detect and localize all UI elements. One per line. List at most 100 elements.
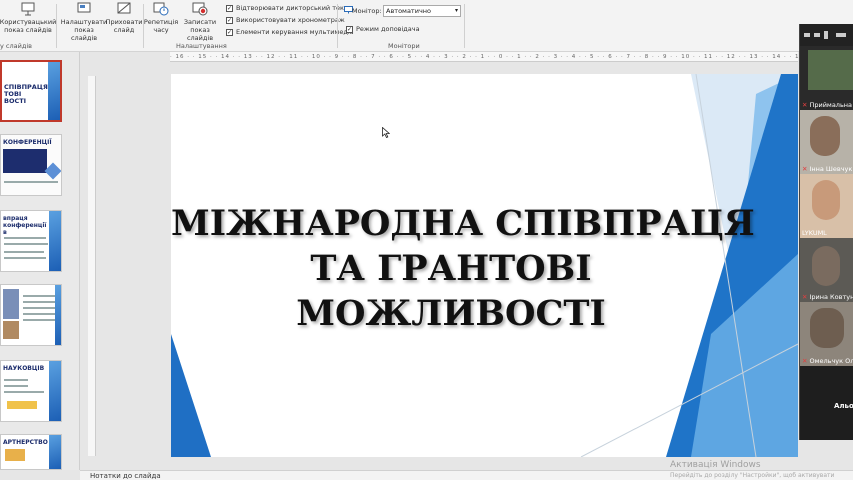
slide-title-line: МІЖНАРОДНА СПІВПРАЦЯ — [171, 203, 755, 244]
custom-show-icon — [21, 2, 35, 16]
slide-title-line: МОЖЛИВОСТІ — [296, 293, 606, 334]
muted-mic-icon: ✕ — [802, 293, 808, 301]
thumbnail-image — [3, 149, 47, 173]
rehearse-timings-label: Репетиція часу — [143, 18, 179, 34]
participant-tile[interactable]: ✕ Ірина Ковтун — [800, 238, 853, 302]
thumbnail-decoration — [48, 62, 60, 120]
muted-mic-icon: ✕ — [802, 101, 808, 109]
timings-label: Використовувати хронометраж — [236, 16, 345, 24]
thumbnail-text-line — [4, 237, 46, 239]
thumbnail-text-line — [4, 379, 28, 381]
participant-tile[interactable]: LYKUML — [800, 174, 853, 238]
windows-activation-title: Активація Windows — [670, 460, 761, 470]
notes-label: Нотатки до слайда — [90, 472, 161, 480]
monitor-value: Автоматично — [386, 7, 432, 15]
arrow-icon — [44, 162, 61, 180]
thumbnail-image — [3, 289, 19, 319]
timings-checkbox[interactable]: ✓ Використовувати хронометраж — [226, 16, 345, 24]
participant-tile[interactable]: ✕ Омельчук Ол — [800, 302, 853, 366]
thumbnail-title: АРТНЕРСТВО — [3, 439, 48, 446]
thumbnail-title: КОНФЕРЕНЦІЇ — [3, 139, 52, 146]
slide-thumbnail[interactable]: КОНФЕРЕНЦІЇ — [0, 134, 62, 196]
ribbon-separator — [464, 4, 465, 48]
participant-tile[interactable]: ✕ Інна Шевчук — [800, 110, 853, 174]
custom-show-label: Користувацький показ слайдів — [0, 18, 57, 34]
thumbnail-text-line — [23, 319, 57, 321]
thumbnail-title: впраця конференції в — [3, 215, 47, 236]
participant-name: ✕ Приймальна — [802, 101, 853, 109]
thumbnail-text-line — [23, 301, 57, 303]
hide-slide-button[interactable]: Приховати слайд — [105, 2, 143, 34]
thumbnail-image — [3, 321, 19, 339]
thumbnail-text-line — [23, 307, 57, 309]
windows-activation-text: Перейдіть до розділу "Настройки", щоб ак… — [670, 472, 835, 479]
thumbnail-decoration — [49, 211, 61, 271]
thumbnail-decoration — [55, 285, 61, 345]
view-controls-icon[interactable] — [804, 31, 848, 39]
slide-title-line: ТА ГРАНТОВІ — [310, 248, 592, 289]
record-show-label: Записати показ слайдів — [183, 18, 217, 42]
participant-video — [810, 308, 844, 348]
participant-video — [812, 246, 840, 286]
presenter-view-label: Режим доповідача — [356, 25, 420, 33]
thumbnail-text-line — [4, 181, 58, 183]
thumbnail-text-line — [4, 391, 44, 393]
participant-tile[interactable]: ✕ Приймальна — [800, 46, 853, 110]
thumbnail-image — [7, 401, 37, 409]
left-triangle-shape — [171, 334, 211, 457]
setup-show-icon — [77, 2, 91, 13]
ribbon: Користувацький показ слайдів у слайдів Н… — [0, 0, 853, 52]
presenter-view-checkbox[interactable]: ✓ Режим доповідача — [346, 25, 420, 33]
thumbnail-text-line — [23, 295, 57, 297]
setup-group-label: Налаштування — [176, 42, 227, 50]
slide-canvas[interactable]: МІЖНАРОДНА СПІВПРАЦЯ ТА ГРАНТОВІ МОЖЛИВО… — [171, 74, 798, 457]
checkbox-box: ✓ — [226, 28, 233, 36]
ribbon-separator — [56, 4, 57, 48]
group-label-start: у слайдів — [0, 42, 32, 50]
slide-thumbnail[interactable]: НАУКОВЦІВ — [0, 360, 62, 422]
thumbnail-text-line — [4, 385, 28, 387]
chevron-down-icon: ▾ — [454, 7, 458, 14]
setup-show-button[interactable]: Налаштувати показ слайдів — [60, 2, 108, 42]
participant-video — [808, 50, 853, 90]
muted-mic-icon: ✕ — [802, 165, 808, 173]
hide-slide-icon — [117, 2, 131, 14]
participant-label: Альо — [834, 402, 853, 410]
participant-video — [810, 116, 840, 156]
record-show-button[interactable]: Записати показ слайдів — [177, 2, 223, 42]
checkbox-box: ✓ — [226, 4, 233, 12]
narration-label: Відтворювати дикторський текст — [236, 4, 352, 12]
muted-mic-icon: ✕ — [802, 357, 808, 365]
participant-name: ✕ Омельчук Ол — [802, 357, 853, 365]
thumbnail-decoration — [49, 435, 61, 469]
thumbnail-title: НАУКОВЦІВ — [3, 365, 45, 372]
thumbnail-title: СПІВПРАЦЯ ТОВІ ВОСТІ — [4, 83, 48, 105]
thumbnail-decoration — [49, 361, 61, 421]
record-icon — [192, 2, 208, 16]
media-controls-label: Елементи керування мультимедіа — [236, 28, 354, 36]
media-controls-checkbox[interactable]: ✓ Елементи керування мультимедіа — [226, 28, 354, 36]
participant-name: ✕ Ірина Ковтун — [802, 293, 853, 301]
rehearse-timings-button[interactable]: Репетиція часу — [143, 2, 179, 34]
thumbnail-text-line — [4, 257, 46, 259]
rehearse-timings-icon — [153, 2, 169, 16]
thumbnail-image — [5, 449, 25, 461]
narration-checkbox[interactable]: ✓ Відтворювати дикторський текст — [226, 4, 351, 12]
video-call-panel: ✕ Приймальна ✕ Інна Шевчук LYKUML ✕ Ірина К… — [799, 24, 853, 440]
slide-thumbnail-pane[interactable]: СПІВПРАЦЯ ТОВІ ВОСТІ КОНФЕРЕНЦІЇ впраця … — [0, 52, 80, 470]
slide-thumbnail[interactable]: АРТНЕРСТВО — [0, 434, 62, 470]
monitor-dropdown[interactable]: Автоматично ▾ — [383, 5, 461, 17]
setup-show-label: Налаштувати показ слайдів — [60, 18, 108, 42]
custom-show-button[interactable]: Користувацький показ слайдів — [0, 2, 56, 34]
horizontal-ruler: · 16 · · 15 · · 14 · · 13 · · 12 · · 11 … — [170, 52, 798, 62]
ribbon-separator — [337, 4, 338, 48]
powerpoint-window: Користувацький показ слайдів у слайдів Н… — [0, 0, 853, 480]
participant-name: ✕ Інна Шевчук — [802, 165, 853, 173]
monitor-label: Монітор: — [352, 7, 382, 15]
slide-title: МІЖНАРОДНА СПІВПРАЦЯ ТА ГРАНТОВІ МОЖЛИВО… — [171, 201, 755, 336]
slide-thumbnail[interactable]: впраця конференції в — [0, 210, 62, 272]
slide-thumbnail[interactable]: СПІВПРАЦЯ ТОВІ ВОСТІ — [0, 60, 62, 122]
slide-thumbnail[interactable] — [0, 284, 62, 346]
thumbnail-text-line — [4, 243, 48, 245]
hide-slide-label: Приховати слайд — [105, 18, 143, 34]
